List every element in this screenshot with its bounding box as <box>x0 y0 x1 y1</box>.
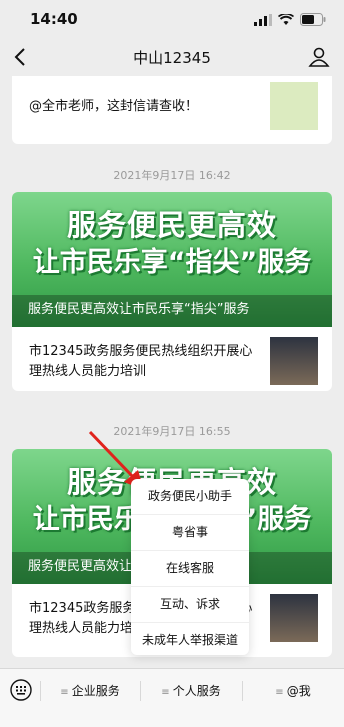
battery-icon <box>300 13 326 26</box>
menu-icon: ≡ <box>161 687 170 698</box>
tab-enterprise-service[interactable]: ≡ 企业服务 <box>40 669 140 713</box>
nav-bar: 中山12345 <box>0 38 344 76</box>
tab-label: @我 <box>286 684 311 698</box>
tab-personal-service[interactable]: ≡ 个人服务 <box>140 669 242 713</box>
banner-caption: 服务便民更高效让市民乐享“指尖”服务 <box>12 295 332 327</box>
message-timestamp: 2021年9月17日 16:55 <box>113 425 231 438</box>
sub-article-thumbnail <box>270 337 318 385</box>
banner-image[interactable]: 服务便民更高效 让市民乐享“指尖”服务 服务便民更高效让市民乐享“指尖”服务 <box>12 192 332 327</box>
page-title: 中山12345 <box>133 49 211 67</box>
menu-item-interaction[interactable]: 互动、诉求 <box>131 587 249 623</box>
bottom-menu-bar: ≡ 企业服务 ≡ 个人服务 ≡ @我 <box>0 668 344 727</box>
sub-article[interactable]: 市12345政务服务便民热线组织开展心理热线人员能力培训 <box>12 327 332 391</box>
article-thumbnail <box>270 82 318 130</box>
status-icons <box>254 13 326 26</box>
cellular-signal-icon <box>254 13 272 26</box>
status-bar: 14:40 <box>0 0 344 38</box>
message-timestamp: 2021年9月17日 16:42 <box>113 169 231 182</box>
user-profile-icon[interactable] <box>308 46 330 68</box>
keyboard-icon[interactable] <box>10 679 32 701</box>
banner-headline: 服务便民更高效 <box>66 208 277 242</box>
sub-article-title: 市12345政务服务便民热线组织开展心理热线人员能力培训 <box>29 344 253 379</box>
menu-icon: ≡ <box>275 687 284 698</box>
popup-menu: 政务便民小助手 粤省事 在线客服 互动、诉求 未成年人举报渠道 <box>131 479 249 655</box>
article-card[interactable]: @全市老师，这封信请查收！ <box>12 76 332 144</box>
message-card[interactable]: 服务便民更高效 让市民乐享“指尖”服务 服务便民更高效让市民乐享“指尖”服务 市… <box>12 192 332 391</box>
tab-label: 个人服务 <box>172 684 221 698</box>
menu-item-yueshengshi[interactable]: 粤省事 <box>131 515 249 551</box>
menu-item-assistant[interactable]: 政务便民小助手 <box>131 479 249 515</box>
menu-item-minor-report[interactable]: 未成年人举报渠道 <box>131 623 249 658</box>
status-time: 14:40 <box>30 10 78 28</box>
wifi-icon <box>278 13 294 25</box>
article-title: @全市老师，这封信请查收！ <box>29 99 199 114</box>
banner-subheadline: 让市民乐享“指尖”服务 <box>32 247 312 278</box>
menu-icon: ≡ <box>60 687 69 698</box>
tab-mention-me[interactable]: ≡ @我 <box>242 669 344 713</box>
tab-label: 企业服务 <box>71 684 120 698</box>
menu-item-online-service[interactable]: 在线客服 <box>131 551 249 587</box>
sub-article-thumbnail <box>270 594 318 642</box>
